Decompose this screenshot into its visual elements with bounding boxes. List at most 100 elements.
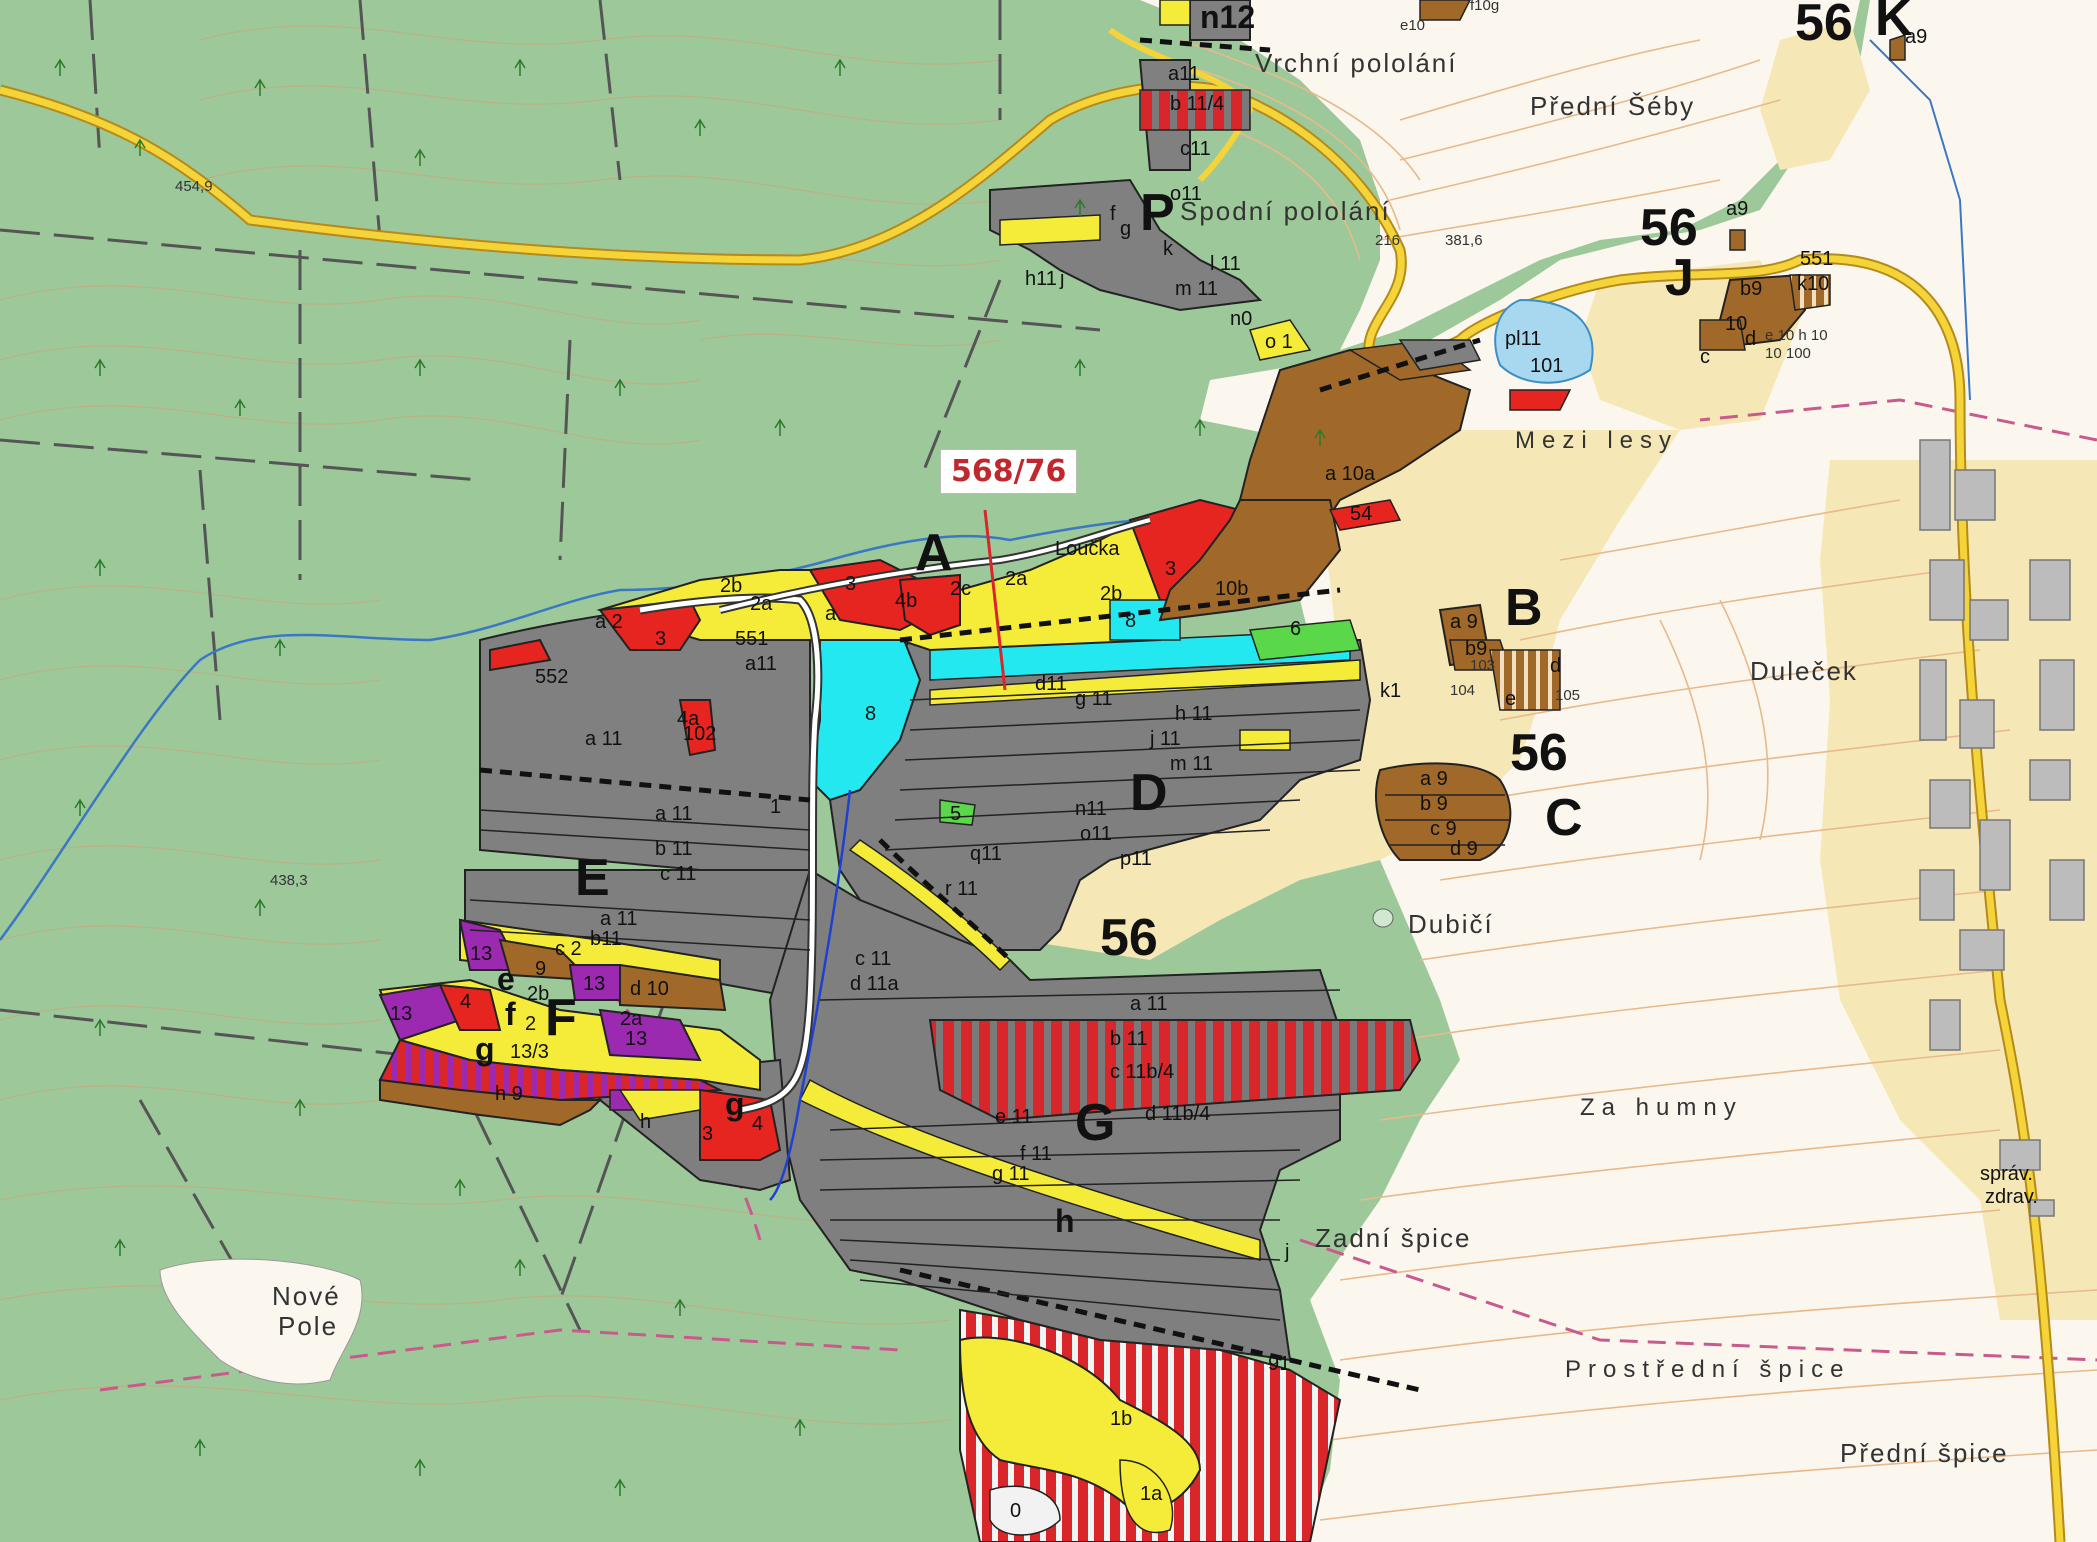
lbl-B-104: 104	[1450, 682, 1475, 699]
lbl-B-105: 105	[1555, 687, 1580, 704]
lbl-P-n0: n0	[1230, 308, 1252, 330]
lbl-F-2a: 2a	[620, 1008, 643, 1030]
place-spodni-pololani: Spodní pololání	[1180, 196, 1391, 226]
section-B: B	[1505, 579, 1543, 637]
lbl-P-j: j	[1059, 268, 1064, 290]
lbl-J-k10: k10	[1797, 273, 1829, 295]
lbl-P-g: g	[1120, 218, 1131, 240]
lbl-10b: 10b	[1215, 578, 1248, 600]
lbl-P-n12: n12	[1200, 0, 1255, 35]
lbl-J-b9: b9	[1740, 278, 1762, 300]
parcel-label: 568/76	[940, 449, 1078, 494]
lbl-4b: 4b	[895, 590, 917, 612]
unit-number-ne: 56	[1795, 0, 1853, 52]
lbl-8a: 8	[865, 703, 876, 725]
elevation-438: 438,3	[270, 872, 308, 889]
place-sprav: správ.	[1980, 1163, 2033, 1185]
lbl-551: 551	[735, 628, 768, 650]
lbl-j11: j 11	[1149, 728, 1181, 750]
lbl-F-g: g	[475, 1031, 495, 1067]
strip-1	[1239, 729, 1291, 751]
lbl-F-4: 4	[460, 991, 471, 1013]
lbl-F-c2: c 2	[555, 938, 582, 960]
dubici-marker	[1372, 908, 1394, 928]
lbl-m11: m 11	[1170, 753, 1213, 775]
lbl-F-e: e	[497, 961, 515, 997]
lbl-E-a11b: a 11	[600, 908, 637, 930]
lbl-3a: 3	[845, 573, 856, 595]
lbl-B-e: e	[1505, 688, 1516, 710]
lbl-G-e11: e 11	[995, 1106, 1032, 1128]
section-C: C	[1545, 789, 1583, 847]
lbl-5: 5	[950, 803, 961, 825]
lbl-P-o11: o11	[1170, 183, 1202, 205]
lbl-G-f11: f 11	[1020, 1143, 1052, 1165]
lbl-3b: 3	[1165, 558, 1176, 580]
lbl-101: 101	[1530, 355, 1563, 377]
stand-P-yellow	[999, 214, 1101, 246]
lbl-E-b11: b 11	[655, 838, 692, 860]
lbl-0: 0	[1010, 1500, 1021, 1522]
lbl-P-f: f	[1110, 203, 1116, 225]
section-E: E	[575, 849, 610, 907]
lbl-E-b11b: b11	[590, 928, 622, 950]
lbl-J-e10h10: e 10 h 10	[1765, 327, 1828, 344]
lbl-P-b114: b 11/4	[1170, 93, 1224, 115]
lbl-B-a9: a 9	[1450, 611, 1478, 633]
lbl-F-h9: h 9	[495, 1083, 523, 1105]
lbl-G-d11a: d 11a	[850, 973, 899, 995]
lbl-54: 54	[1350, 503, 1372, 525]
lbl-P-pl11: pl11	[1505, 328, 1541, 350]
place-vrchni-pololani: Vrchní pololání	[1255, 48, 1457, 78]
elevation-381: 381,6	[1445, 232, 1483, 249]
place-predni-spice: Přední špice	[1840, 1438, 2009, 1468]
lbl-a2: a 2	[595, 611, 623, 633]
map-canvas: 56 56 56 56 A B C D E F G J K P Vrchní p…	[0, 0, 2097, 1542]
lbl-1b: 1b	[1110, 1408, 1132, 1430]
lbl-a: a	[825, 603, 837, 625]
place-zadni-spice: Zadní špice	[1315, 1223, 1471, 1253]
unit-number-center: 56	[1100, 909, 1158, 967]
lbl-F-2: 2	[525, 1013, 536, 1035]
lbl-1a: 1a	[1140, 1483, 1163, 1505]
place-zdrav: zdrav.	[1985, 1186, 2038, 1208]
lbl-F-d10: d 10	[630, 978, 669, 1000]
lbl-P-h11: h11	[1025, 268, 1057, 290]
elevation-454: 454,9	[175, 178, 213, 195]
lbl-102: 102	[683, 723, 716, 745]
lbl-F-h: h	[640, 1111, 651, 1133]
lbl-F-13d: 13	[625, 1028, 647, 1050]
lbl-552: 552	[535, 666, 568, 688]
lbl-8b: 8	[1125, 610, 1136, 632]
place-pole: Pole	[278, 1311, 338, 1341]
lbl-q11: q11	[970, 843, 1002, 865]
lbl-1: 1	[770, 796, 781, 818]
stand-red-mezi	[1509, 389, 1572, 411]
section-D: D	[1130, 764, 1168, 822]
lbl-J-551: 551	[1800, 248, 1833, 270]
lbl-C-d9: d 9	[1450, 838, 1478, 860]
lbl-P-l11: l 11	[1210, 253, 1241, 275]
lbl-F-13-3: 13/3	[510, 1041, 549, 1063]
unit-number-bc: 56	[1510, 724, 1568, 782]
lbl-F-2b: 2b	[527, 983, 549, 1005]
lbl-G-b11: b 11	[1110, 1028, 1147, 1050]
lbl-h11: h 11	[1175, 703, 1212, 725]
elevation-216: 216	[1375, 232, 1400, 249]
lbl-G-g11: g 11	[992, 1163, 1029, 1185]
stand-n12-yellow	[1159, 0, 1191, 26]
lbl-C-b9: b 9	[1420, 793, 1448, 815]
lbl-2a: 2a	[1005, 568, 1028, 590]
lbl-a11: a 11	[585, 728, 622, 750]
place-nove: Nové	[272, 1281, 341, 1311]
lbl-P-c11: c11	[1180, 138, 1211, 160]
place-loucka: Loučka	[1055, 538, 1120, 560]
lbl-F-13b: 13	[583, 973, 605, 995]
lbl-P-o1: o 1	[1265, 331, 1293, 353]
lbl-F-3: 3	[702, 1123, 713, 1145]
lbl-r11: r 11	[945, 878, 978, 900]
lbl-2b-w: 2b	[720, 575, 742, 597]
section-F: F	[545, 989, 577, 1047]
lbl-F-9: 9	[535, 958, 546, 980]
lbl-J-10-100: 10 100	[1765, 345, 1811, 362]
